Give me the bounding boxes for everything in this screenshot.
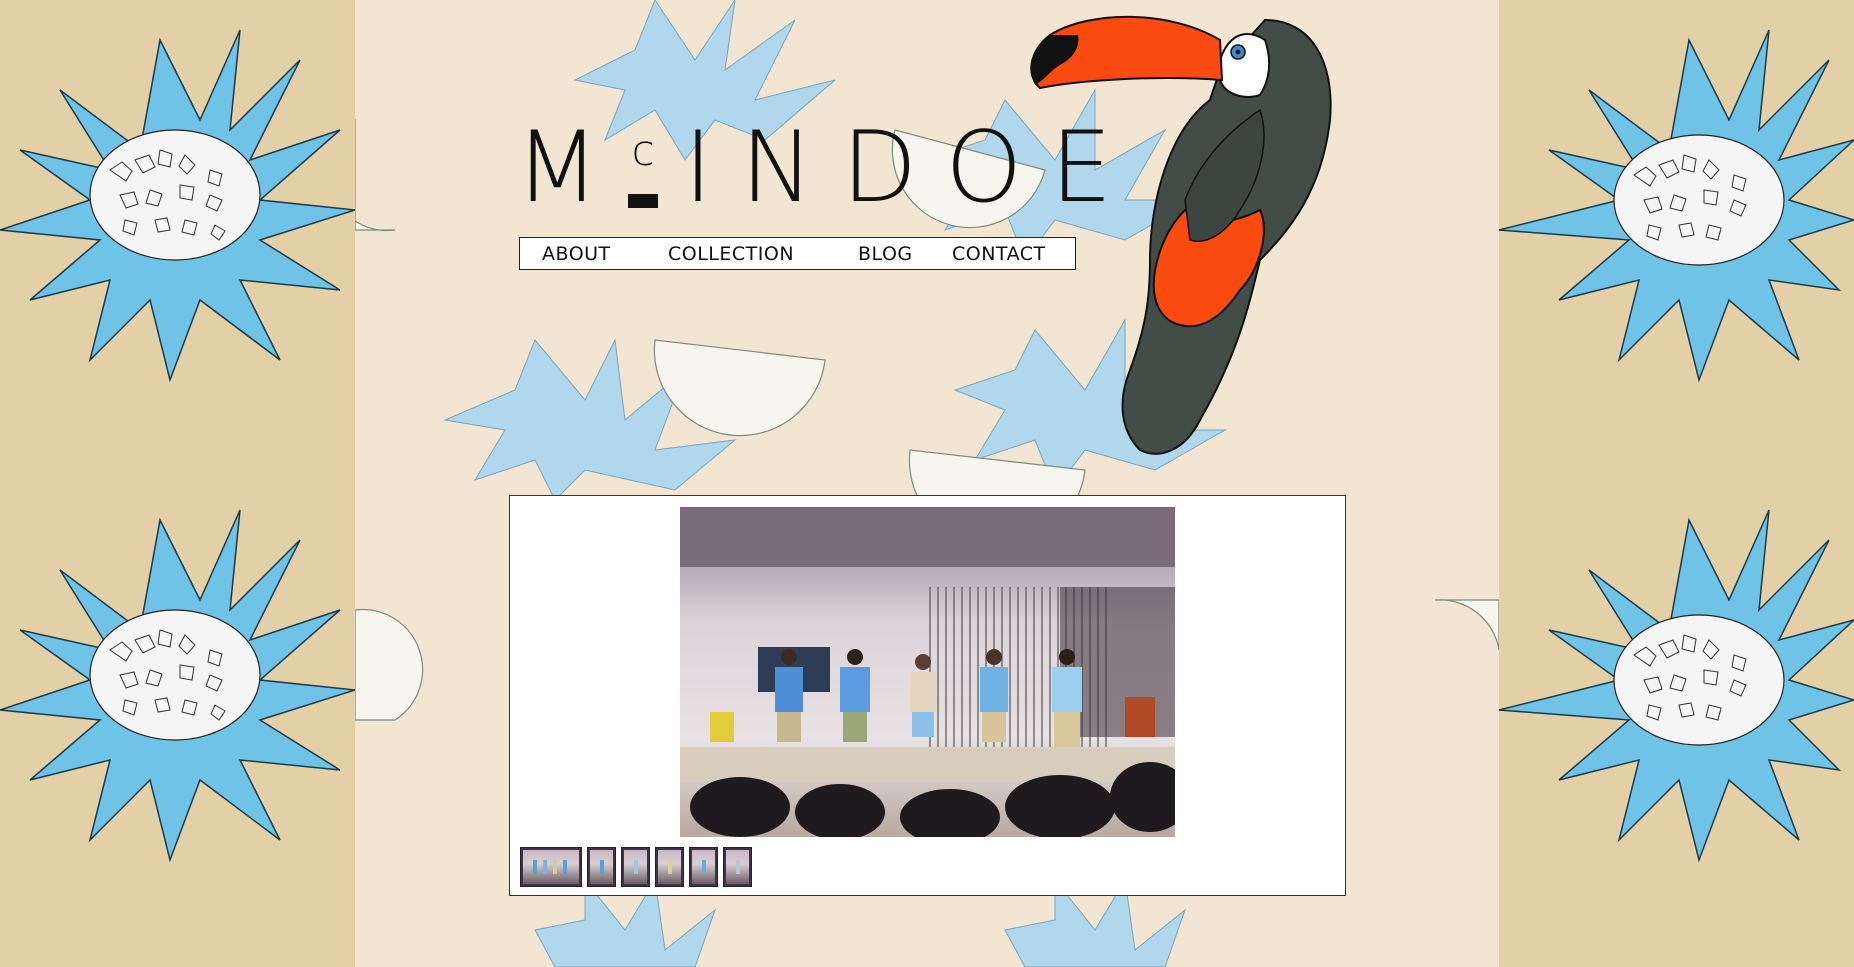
nav-blog[interactable]: BLOG	[858, 243, 913, 265]
runway-photo	[680, 507, 1175, 837]
toucan-illustration	[1030, 15, 1332, 455]
thumbnail-6[interactable]	[723, 847, 752, 887]
gallery-thumbnails	[520, 847, 752, 887]
left-decorative-panel	[0, 0, 355, 967]
thumbnail-5[interactable]	[689, 847, 718, 887]
main-nav: ABOUT COLLECTION BLOG CONTACT	[519, 237, 1076, 270]
pineapple-pattern-right	[1499, 29, 1854, 863]
thumbnail-3[interactable]	[621, 847, 650, 887]
logo-superscript: c	[627, 118, 662, 218]
nav-about[interactable]: ABOUT	[542, 243, 611, 265]
thumbnail-2[interactable]	[587, 847, 616, 887]
nav-collection[interactable]: COLLECTION	[668, 243, 794, 265]
right-decorative-panel	[1499, 0, 1854, 967]
gallery-main-photo[interactable]	[680, 507, 1175, 837]
thumbnail-4[interactable]	[655, 847, 684, 887]
logo-letter-c: c	[631, 126, 655, 175]
pineapple-pattern-left	[0, 29, 355, 863]
thumbnail-1[interactable]	[520, 847, 582, 887]
logo-underbar	[627, 194, 658, 208]
photo-gallery	[509, 495, 1346, 896]
logo-letter-m: M	[515, 111, 628, 225]
